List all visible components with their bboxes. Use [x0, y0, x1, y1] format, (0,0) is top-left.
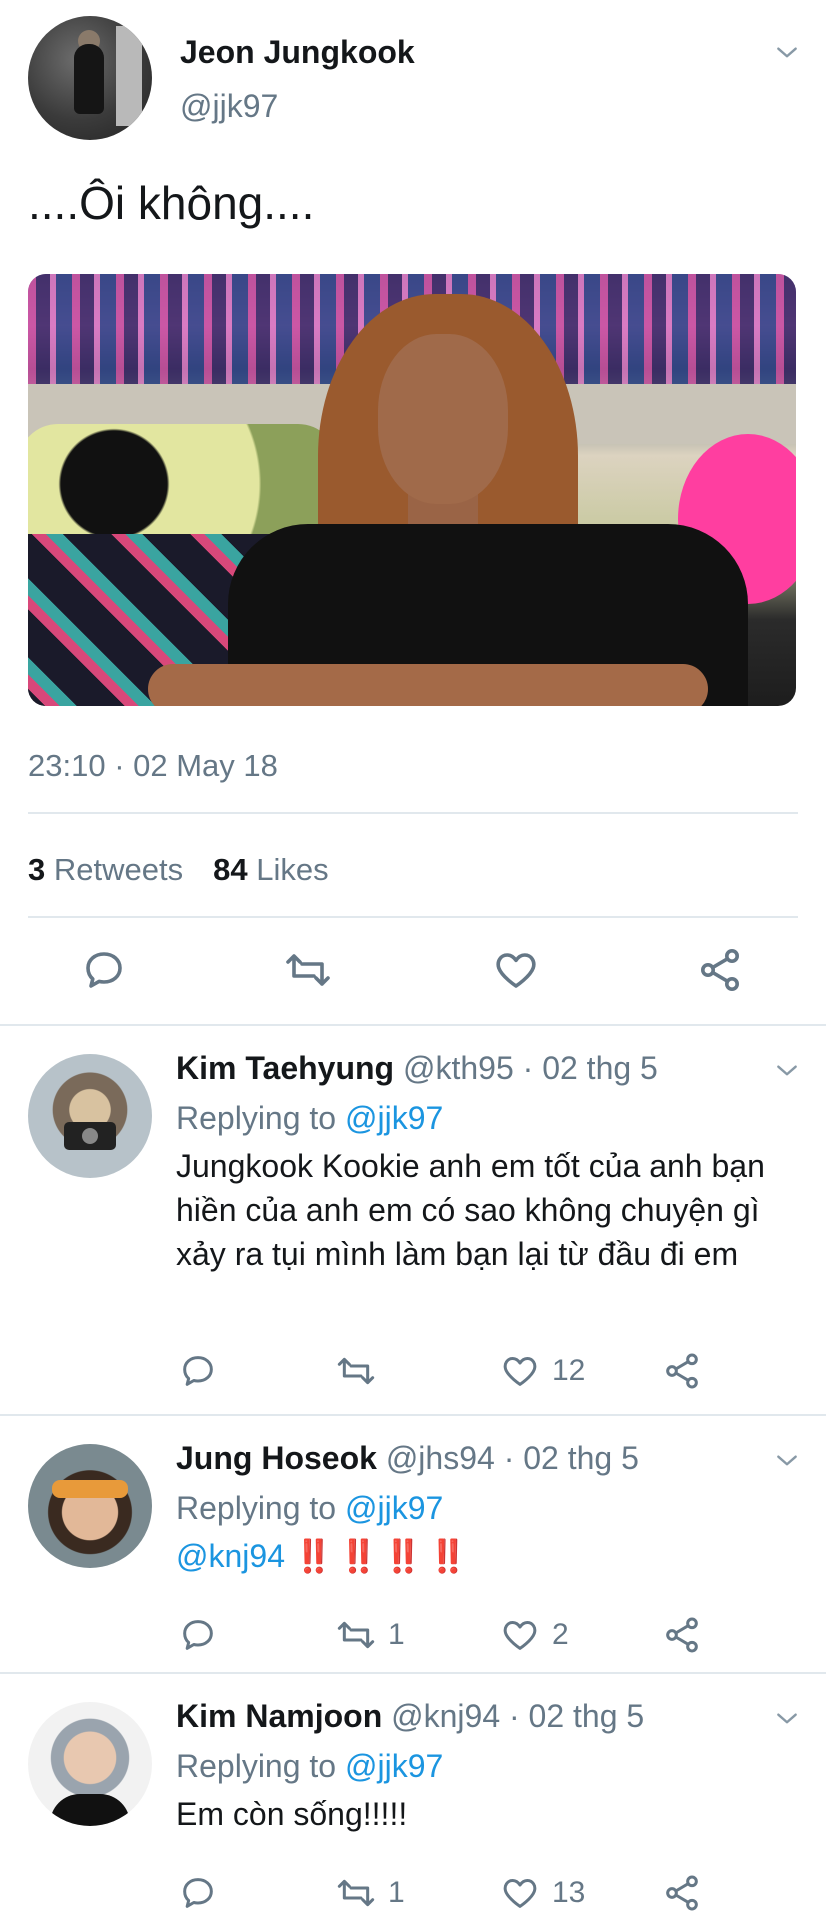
like-count: 13 [552, 1876, 586, 1909]
reply-action[interactable] [178, 1350, 218, 1392]
reply-icon[interactable] [80, 946, 128, 994]
reply-icon [183, 1620, 213, 1650]
share-icon [666, 1875, 698, 1911]
retweet-icon [337, 1357, 375, 1385]
double-exclamation-emoji: ‼️ ‼️ ‼️ ‼️ [293, 1538, 468, 1574]
replying-to-link[interactable]: @jjk97 [345, 1100, 443, 1136]
tweet-stats: 3 Retweets 84 Likes [28, 852, 329, 888]
retweet-action[interactable] [336, 1350, 388, 1392]
author-name[interactable]: Jeon Jungkook [180, 34, 415, 71]
like-icon [503, 1879, 537, 1908]
replying-prefix: Replying to [176, 1100, 337, 1136]
reply-date: · 02 thg 5 [503, 1440, 639, 1476]
like-count: 12 [552, 1354, 586, 1387]
reply-text: @knj94 ‼️ ‼️ ‼️ ‼️ [176, 1534, 796, 1578]
replying-to: Replying to @jjk97 [176, 1490, 443, 1527]
replying-to-link[interactable]: @jjk97 [345, 1748, 443, 1784]
retweet-action[interactable]: 1 [336, 1872, 405, 1914]
reply-author-handle[interactable]: @kth95 [403, 1050, 514, 1086]
tweet-media-image[interactable] [28, 274, 796, 706]
retweet-count: 1 [388, 1876, 405, 1909]
divider [28, 812, 798, 814]
reply-date: · 02 thg 5 [522, 1050, 658, 1086]
retweet-icon [337, 1879, 375, 1907]
divider [0, 1414, 826, 1416]
avatar[interactable] [28, 1702, 152, 1826]
author-handle[interactable]: @jjk97 [180, 88, 278, 125]
retweets-count[interactable]: 3 [28, 852, 45, 887]
reply-author-handle[interactable]: @knj94 [391, 1698, 500, 1734]
replying-to-link[interactable]: @jjk97 [345, 1490, 443, 1526]
avatar[interactable] [28, 1054, 152, 1178]
retweets-label[interactable]: Retweets [54, 852, 183, 887]
like-action[interactable]: 2 [500, 1614, 569, 1656]
reply-text: Jungkook Kookie anh em tốt của anh bạn h… [176, 1148, 765, 1272]
chevron-down-icon[interactable] [774, 1706, 800, 1732]
retweet-count: 1 [388, 1618, 405, 1651]
reply-action[interactable] [178, 1872, 218, 1914]
reply-icon [183, 1356, 213, 1386]
share-action[interactable] [662, 1872, 702, 1914]
tweet-text: ....Ôi không.... [28, 177, 315, 229]
divider [0, 1024, 826, 1026]
replying-prefix: Replying to [176, 1490, 337, 1526]
reply-text: Em còn sống!!!!! [176, 1796, 408, 1832]
replying-prefix: Replying to [176, 1748, 337, 1784]
tweet-timestamp[interactable]: 23:10 · 02 May 18 [28, 748, 278, 784]
reply-author-name[interactable]: Kim Taehyung [176, 1050, 394, 1086]
reply-icon [183, 1878, 213, 1908]
likes-count[interactable]: 84 [213, 852, 247, 887]
like-icon[interactable] [492, 946, 540, 994]
share-action[interactable] [662, 1614, 702, 1656]
reply-author-name[interactable]: Kim Namjoon [176, 1698, 382, 1734]
reply-action[interactable] [178, 1614, 218, 1656]
replying-to: Replying to @jjk97 [176, 1748, 443, 1785]
share-icon[interactable] [696, 946, 744, 994]
reply-date: · 02 thg 5 [509, 1698, 645, 1734]
like-action[interactable]: 13 [500, 1872, 585, 1914]
like-count: 2 [552, 1618, 569, 1651]
like-icon [503, 1357, 537, 1386]
share-icon [666, 1353, 698, 1389]
chevron-down-icon[interactable] [774, 1448, 800, 1474]
like-icon [503, 1621, 537, 1650]
reply-author-handle[interactable]: @jhs94 [386, 1440, 495, 1476]
chevron-down-icon[interactable] [774, 40, 800, 66]
retweet-icon[interactable] [284, 946, 332, 994]
likes-label[interactable]: Likes [256, 852, 328, 887]
mention-link[interactable]: @knj94 [176, 1538, 285, 1574]
avatar[interactable] [28, 16, 152, 140]
reply-author-name[interactable]: Jung Hoseok [176, 1440, 377, 1476]
divider [28, 916, 798, 918]
retweet-icon [337, 1621, 375, 1649]
retweet-action[interactable]: 1 [336, 1614, 405, 1656]
share-action[interactable] [662, 1350, 702, 1392]
share-icon [666, 1617, 698, 1653]
like-action[interactable]: 12 [500, 1350, 585, 1392]
divider [0, 1672, 826, 1674]
chevron-down-icon[interactable] [774, 1058, 800, 1084]
avatar[interactable] [28, 1444, 152, 1568]
replying-to: Replying to @jjk97 [176, 1100, 443, 1137]
